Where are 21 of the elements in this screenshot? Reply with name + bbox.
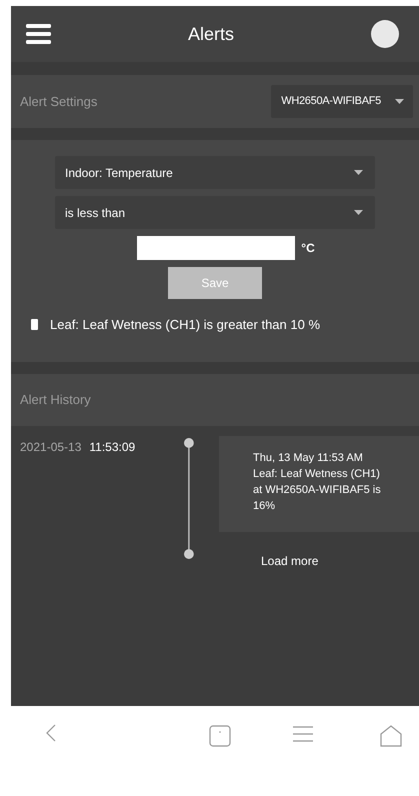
- page-title: Alerts: [186, 22, 235, 46]
- section-title: Alert Settings: [20, 92, 98, 111]
- caret-icon: [354, 170, 363, 175]
- caret-icon: [395, 99, 404, 104]
- section-title: Alert History: [20, 391, 91, 410]
- caret-icon: [354, 210, 363, 215]
- entry-date: 2021-05-13: [20, 439, 82, 456]
- menu-icon[interactable]: [26, 24, 51, 44]
- back-icon[interactable]: [45, 724, 57, 742]
- alert-rule-text: Leaf: Leaf Wetness (CH1) is greater than 10 %: [50, 316, 320, 334]
- device-dropdown[interactable]: WH2650A-WIFIBAF5: [271, 85, 413, 118]
- select-dropdown[interactable]: is less than: [55, 196, 375, 229]
- alert-message: Thu, 13 May 11:53 AM Leaf: Leaf Wetness (CH1) at WH2650A-WIFIBAF5 is 16%: [219, 436, 419, 532]
- avatar[interactable]: [371, 20, 399, 48]
- select-dropdown[interactable]: Indoor: Temperature: [55, 156, 375, 189]
- entry-time: 11:53:09: [89, 439, 136, 456]
- load-more-link[interactable]: Load more: [261, 552, 318, 570]
- unit-label: °C: [301, 240, 315, 257]
- home-icon[interactable]: [379, 724, 403, 748]
- recent-apps-icon[interactable]: [208, 724, 232, 748]
- value-input[interactable]: [137, 236, 296, 260]
